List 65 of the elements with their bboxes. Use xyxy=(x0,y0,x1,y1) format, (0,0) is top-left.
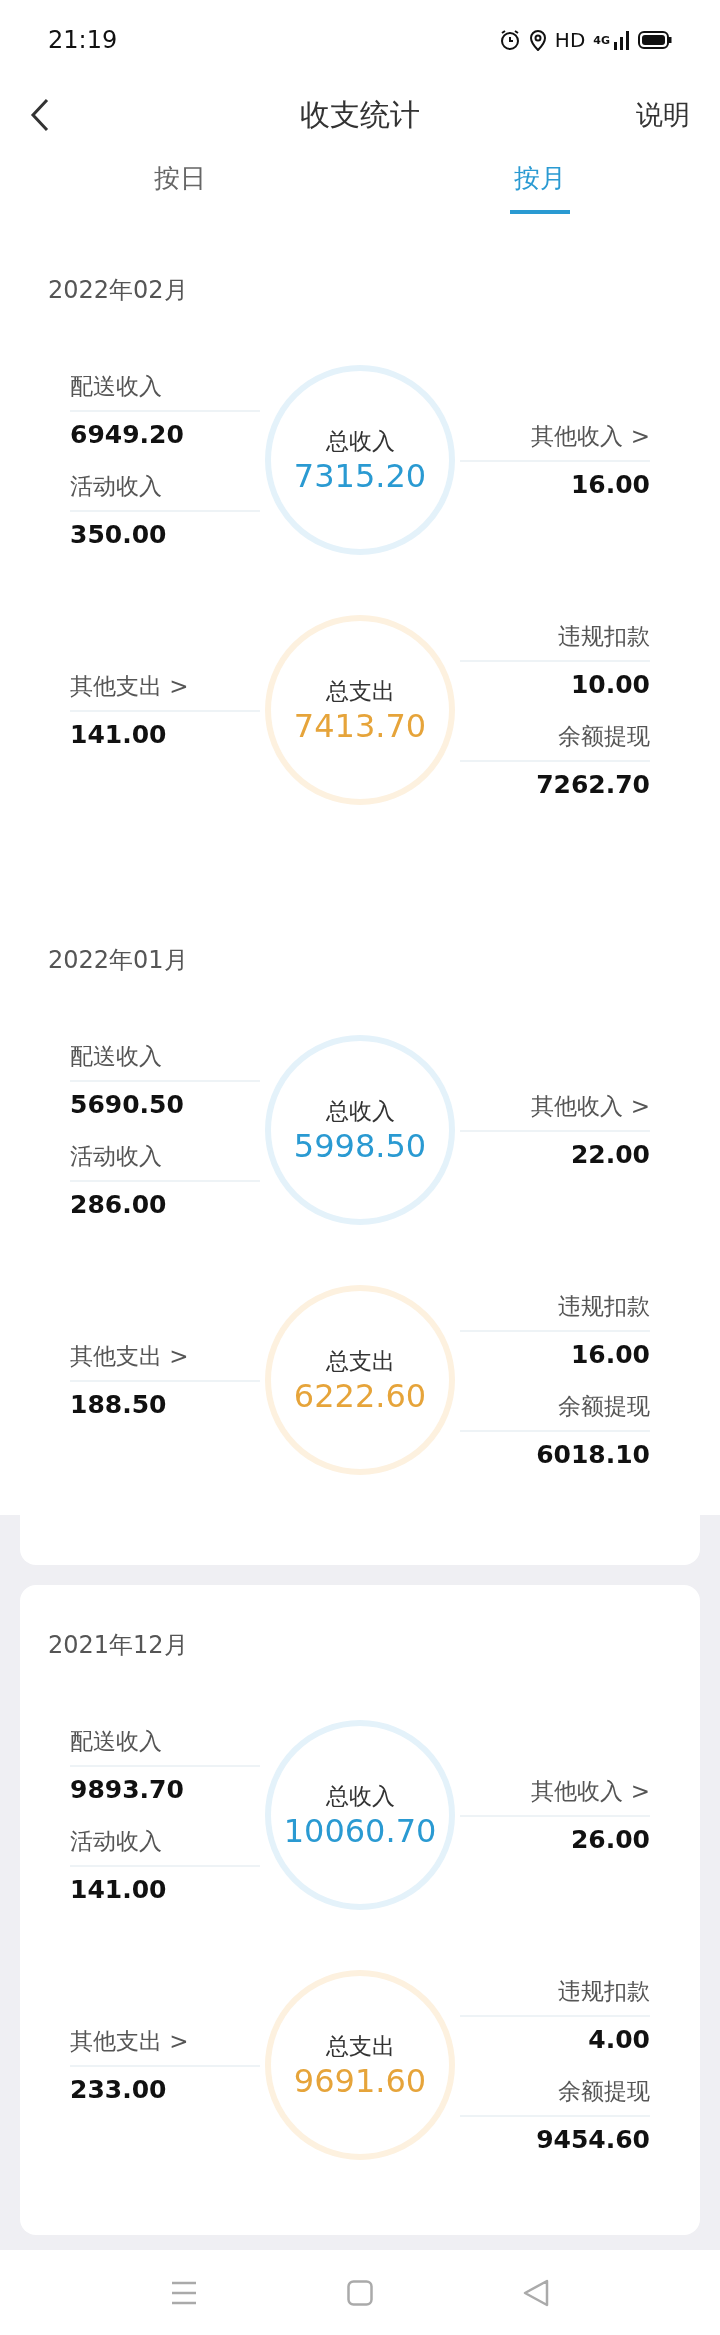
total-label: 总收入 xyxy=(325,1781,395,1811)
total-label: 总收入 xyxy=(325,1096,395,1126)
page-title: 收支统计 xyxy=(300,95,420,134)
network-label: 4G xyxy=(593,33,610,47)
item-value: 16.00 xyxy=(569,1340,650,1369)
tab[interactable]: 按日 xyxy=(154,150,206,214)
item-value: 9454.60 xyxy=(535,2125,650,2154)
detail-link[interactable]: 其他收入 > xyxy=(460,1776,650,1817)
item-label: 余额提现 xyxy=(460,721,650,762)
signal-icon xyxy=(614,30,630,50)
month-heading: 2021年12月 xyxy=(47,1630,189,1660)
item-value: 5690.50 xyxy=(70,1090,185,1119)
item-value: 7262.70 xyxy=(535,770,650,799)
item-value: 4.00 xyxy=(587,2025,650,2054)
item-label: 配送收入 xyxy=(70,371,260,412)
total-label: 总支出 xyxy=(325,2031,395,2061)
item-label: 违规扣款 xyxy=(460,1976,650,2017)
status-time: 21:19 xyxy=(48,26,118,54)
hd-label: HD xyxy=(554,28,586,52)
item-value: 350.00 xyxy=(70,520,168,549)
item-value: 9893.70 xyxy=(70,1775,185,1804)
total-label: 总支出 xyxy=(325,1346,395,1376)
item-label: 活动收入 xyxy=(70,471,260,512)
back-nav-icon[interactable] xyxy=(523,2278,549,2307)
battery-icon xyxy=(638,31,672,49)
detail-link[interactable]: 其他支出 > xyxy=(70,2026,260,2067)
item-value: 6949.20 xyxy=(70,420,185,449)
item-label: 活动收入 xyxy=(70,1826,260,1867)
item-value: 141.00 xyxy=(70,720,168,749)
item-label: 配送收入 xyxy=(70,1726,260,1767)
detail-link[interactable]: 其他收入 > xyxy=(460,1091,650,1132)
home-icon[interactable] xyxy=(347,2279,373,2306)
detail-link[interactable]: 其他支出 > xyxy=(70,671,260,712)
month-heading: 2022年02月 xyxy=(47,275,189,305)
item-label: 违规扣款 xyxy=(460,1291,650,1332)
item-label: 违规扣款 xyxy=(460,621,650,662)
total-label: 总收入 xyxy=(325,426,395,456)
item-value: 188.50 xyxy=(70,1390,168,1419)
menu-icon[interactable] xyxy=(171,2280,197,2305)
detail-link[interactable]: 其他收入 > xyxy=(460,421,650,462)
item-value: 16.00 xyxy=(569,470,650,499)
item-label: 配送收入 xyxy=(70,1041,260,1082)
item-value: 141.00 xyxy=(70,1875,168,1904)
month-heading: 2022年01月 xyxy=(47,945,189,975)
item-value: 233.00 xyxy=(70,2075,168,2104)
location-icon xyxy=(528,29,547,51)
total-amount: 7413.70 xyxy=(293,706,427,745)
help-link[interactable]: 说明 xyxy=(636,97,690,133)
item-label: 余额提现 xyxy=(460,2076,650,2117)
total-amount: 7315.20 xyxy=(293,456,427,495)
total-amount: 10060.70 xyxy=(283,1811,437,1850)
item-value: 22.00 xyxy=(569,1140,650,1169)
total-amount: 5998.50 xyxy=(293,1126,427,1165)
alarm-icon xyxy=(498,29,521,51)
detail-link[interactable]: 其他支出 > xyxy=(70,1341,260,1382)
item-label: 余额提现 xyxy=(460,1391,650,1432)
item-value: 10.00 xyxy=(569,670,650,699)
total-amount: 6222.60 xyxy=(293,1376,427,1415)
total-label: 总支出 xyxy=(325,676,395,706)
item-value: 286.00 xyxy=(70,1190,168,1219)
item-value: 6018.10 xyxy=(535,1440,650,1469)
back-icon[interactable] xyxy=(30,98,50,132)
item-label: 活动收入 xyxy=(70,1141,260,1182)
item-value: 26.00 xyxy=(569,1825,650,1854)
total-amount: 9691.60 xyxy=(293,2061,427,2100)
